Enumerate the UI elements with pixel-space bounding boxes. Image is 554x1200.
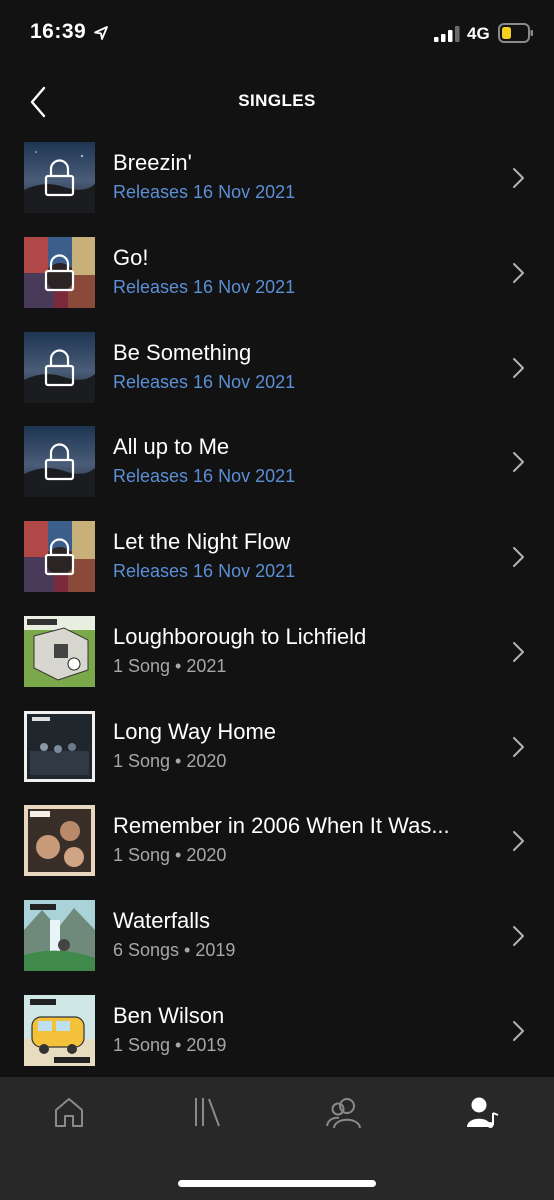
lock-icon: [44, 443, 75, 481]
page-title: SINGLES: [238, 91, 316, 110]
list-item-single[interactable]: Waterfalls 6 Songs • 2019: [0, 895, 554, 990]
single-info: 1 Song • 2020: [113, 845, 227, 866]
status-time: 16:39: [30, 20, 87, 43]
single-title: Long Way Home: [113, 718, 277, 744]
list-item-single[interactable]: Ben Wilson 1 Song • 2019: [0, 990, 554, 1085]
album-cover: [24, 900, 95, 971]
album-cover: [24, 142, 95, 213]
lock-icon: [44, 159, 75, 197]
home-indicator[interactable]: [178, 1180, 376, 1187]
album-cover: [24, 994, 95, 1066]
album-cover: [24, 521, 95, 592]
album-cover: [24, 615, 95, 687]
list-item-single[interactable]: Breezin' Releases 16 Nov 2021: [0, 137, 554, 232]
singles-screen: 16:39 4G SINGLES Breezin' Releases 16 No…: [0, 0, 554, 1200]
lock-icon: [44, 538, 75, 576]
chevron-right-icon: [513, 831, 524, 852]
signal-bars-icon: [434, 26, 460, 42]
release-date: Releases 16 Nov 2021: [113, 561, 296, 581]
single-title: All up to Me: [113, 434, 230, 460]
artist-profile-icon: [467, 1097, 499, 1128]
tab-artist[interactable]: [414, 1095, 552, 1135]
header: SINGLES: [0, 70, 554, 132]
tab-library[interactable]: [138, 1095, 276, 1135]
chevron-right-icon: [513, 168, 524, 188]
list-item-single[interactable]: Long Way Home 1 Song • 2020: [0, 706, 554, 801]
single-title: Go!: [113, 244, 149, 270]
single-info: 1 Song • 2021: [113, 655, 227, 676]
release-date: Releases 16 Nov 2021: [113, 182, 296, 202]
single-title: Remember in 2006 When It Was...: [113, 813, 450, 839]
album-cover: [24, 236, 95, 308]
album-cover: [24, 426, 95, 498]
tab-home[interactable]: [0, 1095, 138, 1135]
chevron-right-icon: [513, 357, 524, 378]
single-title: Waterfalls: [113, 908, 210, 933]
battery-icon: [498, 23, 533, 43]
chevron-right-icon: [513, 547, 524, 567]
single-title: Breezin': [113, 150, 192, 175]
single-title: Let the Night Flow: [113, 529, 291, 554]
lock-icon: [44, 254, 75, 291]
release-date: Releases 16 Nov 2021: [113, 276, 296, 297]
list-item-single[interactable]: Be Something Releases 16 Nov 2021: [0, 327, 554, 422]
single-info: 1 Song • 2020: [113, 750, 227, 771]
chevron-right-icon: [513, 452, 524, 473]
location-arrow-icon: [94, 26, 108, 40]
single-info: 6 Songs • 2019: [113, 940, 236, 960]
chevron-right-icon: [513, 926, 524, 946]
lock-icon: [44, 348, 75, 386]
album-cover: [24, 805, 95, 877]
single-title: Be Something: [113, 339, 252, 365]
chevron-right-icon: [513, 736, 524, 757]
status-bar: 16:39 4G: [0, 0, 554, 70]
chevron-right-icon: [513, 641, 524, 662]
list-item-single[interactable]: Loughborough to Lichfield 1 Song • 2021: [0, 611, 554, 706]
album-cover: [24, 331, 95, 403]
chevron-right-icon: [513, 262, 524, 283]
home-icon: [55, 1098, 83, 1127]
singles-list: Breezin' Releases 16 Nov 2021 Go! Releas…: [0, 137, 554, 1085]
friends-icon: [326, 1098, 361, 1129]
album-cover: [24, 710, 95, 782]
release-date: Releases 16 Nov 2021: [113, 371, 296, 392]
list-item-single[interactable]: Remember in 2006 When It Was... 1 Song •…: [0, 800, 554, 895]
single-info: 1 Song • 2019: [113, 1034, 227, 1055]
list-item-single[interactable]: Go! Releases 16 Nov 2021: [0, 232, 554, 327]
list-item-single[interactable]: All up to Me Releases 16 Nov 2021: [0, 421, 554, 516]
tab-friends[interactable]: [276, 1095, 414, 1135]
single-title: Ben Wilson: [113, 1002, 225, 1028]
chevron-right-icon: [513, 1020, 524, 1041]
release-date: Releases 16 Nov 2021: [113, 466, 296, 487]
network-label: 4G: [467, 24, 490, 43]
list-item-single[interactable]: Let the Night Flow Releases 16 Nov 2021: [0, 516, 554, 611]
library-icon: [195, 1098, 220, 1127]
single-title: Loughborough to Lichfield: [113, 623, 367, 649]
